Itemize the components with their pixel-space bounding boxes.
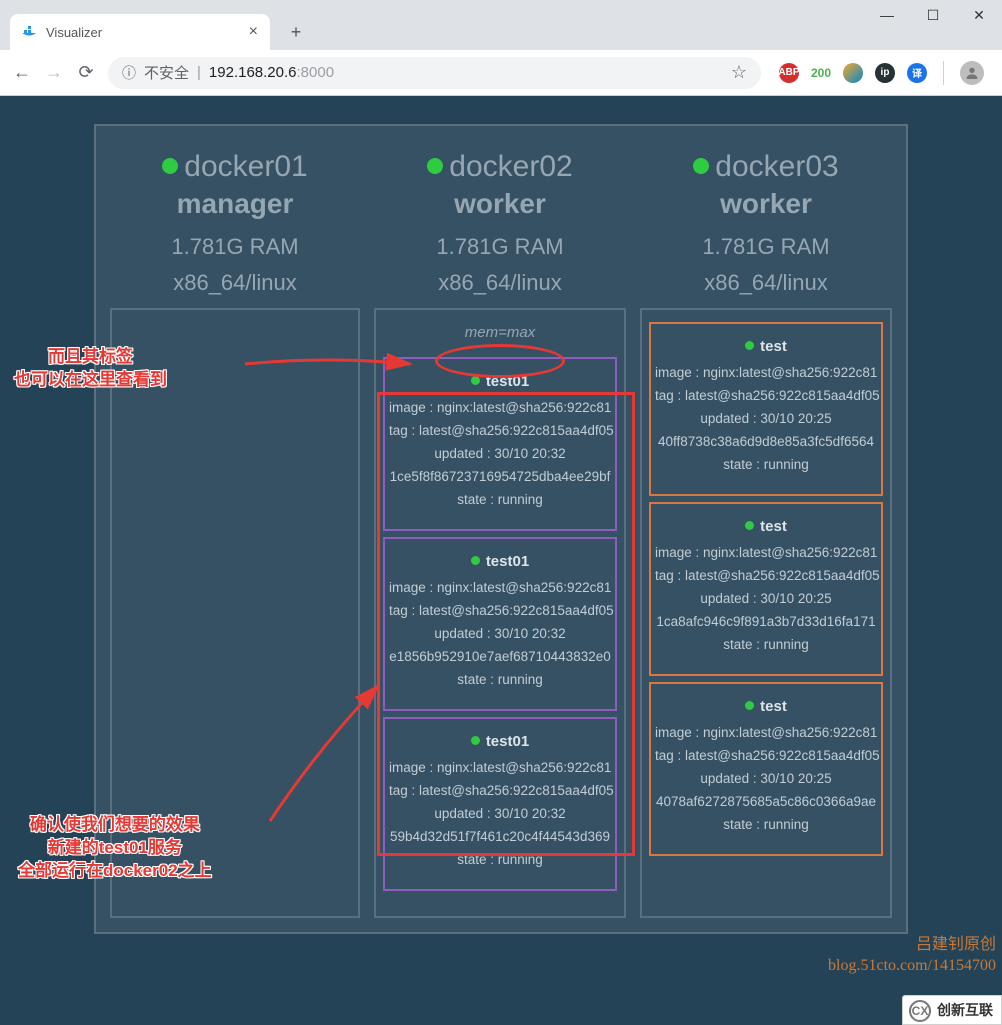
annotation-label-bottom: 确认使我们想要的效果 新建的test01服务 全部运行在docker02之上 (18, 814, 212, 883)
bookmark-icon[interactable]: ☆ (731, 62, 747, 83)
info-icon[interactable]: ⓘ (122, 63, 136, 83)
address-bar: ← → ⟳ ⓘ 不安全 | 192.168.20.6:8000 ☆ ABP 20… (0, 50, 1002, 96)
forward-button[interactable]: → (44, 62, 64, 83)
service-updated: updated : 30/10 20:25 (655, 771, 877, 786)
service-state: state : running (655, 817, 877, 832)
ellipse-highlight (435, 344, 565, 378)
service-card[interactable]: test image : nginx:latest@sha256:922c81 ta… (649, 682, 883, 856)
service-tag: tag : latest@sha256:922c815aa4df05 (655, 388, 877, 403)
window-controls: — ☐ ✕ (864, 0, 1002, 30)
brand-logo-icon: CX (909, 1000, 931, 1022)
extension-icon[interactable] (843, 63, 863, 83)
node-ram: 1.781G RAM (110, 234, 360, 260)
service-updated: updated : 30/10 20:25 (655, 591, 877, 606)
annotation-label-top: 而且其标签 也可以在这里查看到 (14, 346, 167, 392)
service-image: image : nginx:latest@sha256:922c81 (655, 365, 877, 380)
url-text: 192.168.20.6:8000 (209, 64, 334, 81)
watermark-brand: CX 创新互联 (902, 995, 1002, 1025)
node-column: docker01 manager 1.781G RAM x86_64/linux (110, 150, 360, 918)
node-arch: x86_64/linux (374, 270, 626, 296)
node-arch: x86_64/linux (640, 270, 892, 296)
node-body: test image : nginx:latest@sha256:922c81 ta… (640, 308, 892, 918)
ip-extension-icon[interactable]: ip (875, 63, 895, 83)
service-hash: 1ca8afc946c9f891a3b7d33d16fa171 (655, 614, 877, 629)
service-tag: tag : latest@sha256:922c815aa4df05 (655, 748, 877, 763)
service-tag: tag : latest@sha256:922c815aa4df05 (655, 568, 877, 583)
service-state: state : running (655, 457, 877, 472)
status-200-icon[interactable]: 200 (811, 63, 831, 83)
node-role: worker (640, 188, 892, 220)
node-column: docker03 worker 1.781G RAM x86_64/linuxtest… (640, 150, 892, 918)
watermark-author: 吕建钊原创 blog.51cto.com/14154700 (828, 935, 996, 977)
node-ram: 1.781G RAM (374, 234, 626, 260)
status-dot-icon (745, 521, 754, 530)
service-card[interactable]: test image : nginx:latest@sha256:922c81 ta… (649, 502, 883, 676)
node-role: worker (374, 188, 626, 220)
service-title: test (655, 518, 877, 535)
node-header: docker01 manager 1.781G RAM x86_64/linux (110, 150, 360, 296)
status-dot-icon (162, 158, 178, 174)
service-image: image : nginx:latest@sha256:922c81 (655, 725, 877, 740)
node-header: docker03 worker 1.781G RAM x86_64/linux (640, 150, 892, 296)
node-header: docker02 worker 1.781G RAM x86_64/linux (374, 150, 626, 296)
node-name: docker01 (110, 150, 360, 184)
service-updated: updated : 30/10 20:25 (655, 411, 877, 426)
status-dot-icon (471, 376, 480, 385)
status-dot-icon (427, 158, 443, 174)
rect-highlight (377, 392, 635, 856)
service-title: test (655, 698, 877, 715)
service-hash: 40ff8738c38a6d9d8e85a3fc5df6564 (655, 434, 877, 449)
translate-extension-icon[interactable]: 译 (907, 63, 927, 83)
status-dot-icon (745, 701, 754, 710)
node-name: docker03 (640, 150, 892, 184)
service-title: test (655, 338, 877, 355)
reload-button[interactable]: ⟳ (76, 62, 96, 83)
new-tab-button[interactable]: + (282, 18, 310, 46)
service-hash: 4078af6272875685a5c86c0366a9ae (655, 794, 877, 809)
abp-extension-icon[interactable]: ABP (779, 63, 799, 83)
tab-title: Visualizer (46, 25, 241, 40)
extension-icons: ABP 200 ip 译 (773, 61, 990, 85)
service-state: state : running (655, 637, 877, 652)
status-dot-icon (745, 341, 754, 350)
maximize-button[interactable]: ☐ (910, 0, 956, 30)
node-arch: x86_64/linux (110, 270, 360, 296)
service-image: image : nginx:latest@sha256:922c81 (655, 545, 877, 560)
tab-close-icon[interactable]: × (249, 23, 258, 41)
profile-icon[interactable] (960, 61, 984, 85)
browser-tab[interactable]: Visualizer × (10, 14, 270, 50)
docker-icon (22, 24, 38, 40)
back-button[interactable]: ← (12, 62, 32, 83)
status-dot-icon (693, 158, 709, 174)
window-titlebar: Visualizer × + — ☐ ✕ (0, 0, 1002, 50)
node-name: docker02 (374, 150, 626, 184)
close-window-button[interactable]: ✕ (956, 0, 1002, 30)
visualizer-page: docker01manager1.781G RAMx86_64/linuxdoc… (0, 96, 1002, 1025)
service-card[interactable]: test image : nginx:latest@sha256:922c81 ta… (649, 322, 883, 496)
minimize-button[interactable]: — (864, 0, 910, 30)
url-input[interactable]: ⓘ 不安全 | 192.168.20.6:8000 ☆ (108, 57, 761, 89)
insecure-label: 不安全 (144, 62, 189, 83)
node-role: manager (110, 188, 360, 220)
node-ram: 1.781G RAM (640, 234, 892, 260)
